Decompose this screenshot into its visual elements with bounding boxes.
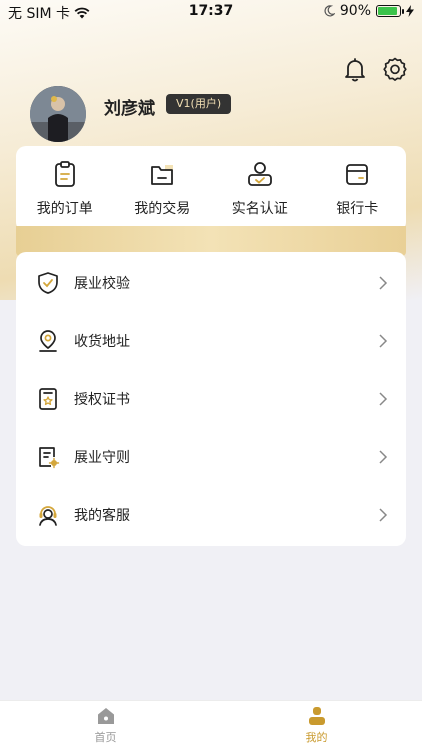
- menu-item-label: 收货地址: [74, 334, 130, 350]
- profile-icon: [308, 707, 325, 725]
- menu-item-authorization-certificate[interactable]: 授权证书: [16, 370, 406, 428]
- menu-item-business-rules[interactable]: 展业守则: [16, 428, 406, 486]
- menu-item-customer-service[interactable]: 我的客服: [16, 486, 406, 544]
- menu-item-business-check[interactable]: 展业校验: [16, 254, 406, 312]
- tab-label: 首页: [94, 731, 117, 744]
- menu-item-label: 授权证书: [74, 392, 130, 408]
- menu-item-label: 展业守则: [74, 450, 130, 466]
- menu-item-shipping-address[interactable]: 收货地址: [16, 312, 406, 370]
- tab-label: 我的: [305, 731, 328, 744]
- tab-profile[interactable]: 我的: [211, 701, 422, 750]
- quick-action-trades[interactable]: 我的交易: [117, 160, 207, 218]
- folder-icon: [151, 165, 174, 185]
- rules-document-icon: [39, 447, 60, 469]
- menu-card: 展业校验 收货地址 授权证书 展业守则 我的客服: [16, 252, 406, 546]
- quick-action-label: 我的订单: [36, 201, 93, 217]
- menu-item-label: 展业校验: [74, 276, 130, 292]
- header-actions: [342, 56, 408, 82]
- tab-bar: 首页 我的: [0, 700, 422, 750]
- chevron-right-icon: [379, 392, 388, 406]
- level-badge: V1(用户): [166, 94, 232, 114]
- shield-check-icon: [38, 272, 58, 294]
- charging-icon: [406, 5, 414, 17]
- location-pin-icon: [39, 330, 57, 352]
- gear-icon[interactable]: [382, 56, 408, 82]
- status-right: 90%: [324, 3, 414, 19]
- certificate-icon: [39, 388, 57, 410]
- battery-icon: [376, 5, 404, 17]
- chevron-right-icon: [379, 450, 388, 464]
- chevron-right-icon: [379, 508, 388, 522]
- quick-action-verification[interactable]: 实名认证: [215, 160, 305, 218]
- quick-action-label: 实名认证: [231, 201, 288, 217]
- quick-action-label: 银行卡: [336, 201, 379, 217]
- chevron-right-icon: [379, 334, 388, 348]
- moon-icon: [324, 5, 335, 17]
- user-name: 刘彦斌: [104, 99, 155, 119]
- avatar-photo: [30, 86, 86, 142]
- bell-icon[interactable]: [342, 56, 368, 82]
- battery-fill: [378, 7, 397, 15]
- quick-action-orders[interactable]: 我的订单: [20, 160, 110, 218]
- home-icon: [97, 708, 114, 724]
- id-user-icon: [247, 162, 272, 186]
- quick-action-label: 我的交易: [134, 201, 191, 217]
- customer-service-icon: [39, 506, 57, 526]
- chevron-right-icon: [379, 276, 388, 290]
- tab-home[interactable]: 首页: [0, 701, 211, 750]
- bank-card-icon: [346, 164, 369, 185]
- menu-item-label: 我的客服: [74, 508, 130, 524]
- quick-action-bank-card[interactable]: 银行卡: [312, 160, 402, 218]
- avatar[interactable]: [30, 86, 86, 142]
- clipboard-icon: [54, 161, 75, 187]
- status-bar: 无 SIM 卡 17:37 90%: [0, 0, 422, 24]
- quick-actions-card: 我的订单 我的交易 实名认证 银行卡: [16, 146, 406, 232]
- battery-percent: 90%: [339, 3, 371, 19]
